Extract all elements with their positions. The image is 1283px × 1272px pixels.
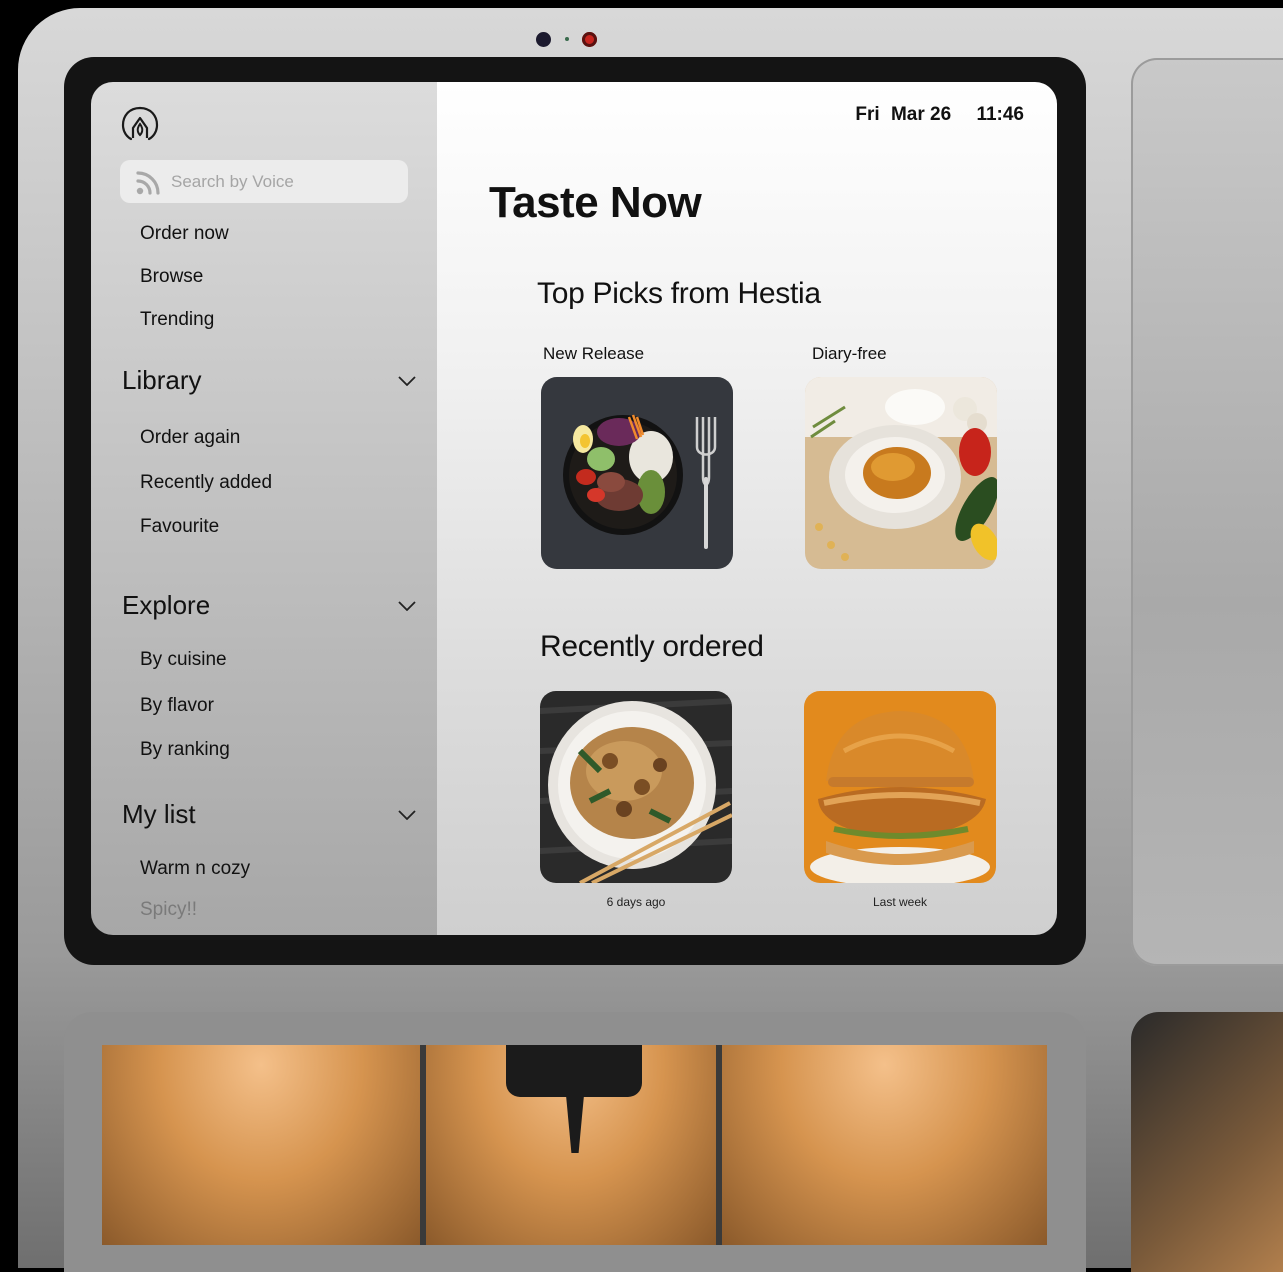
hestia-logo-icon[interactable] <box>120 104 160 142</box>
nav-item-order-now[interactable]: Order now <box>140 223 229 245</box>
food-card-recent-1[interactable] <box>540 691 732 883</box>
card-caption-recent-2: Last week <box>872 895 928 909</box>
compartment-divider <box>716 1045 722 1245</box>
camera-indicator <box>565 37 569 41</box>
dish-image-pasta <box>805 377 997 569</box>
day: Fri <box>855 104 880 125</box>
dispenser-head <box>506 1045 642 1097</box>
chevron-down-icon[interactable] <box>398 809 416 820</box>
clock: 11:46 <box>976 104 1024 125</box>
dish-image-noodles <box>540 691 732 883</box>
section-library-header[interactable]: Library <box>122 365 416 396</box>
camera-lens <box>536 32 551 47</box>
compartment-divider <box>420 1045 426 1245</box>
compartment-left <box>102 1045 420 1245</box>
food-card-diary-free[interactable] <box>805 377 997 569</box>
top-picks-heading: Top Picks from Hestia <box>537 277 821 310</box>
nav-item-by-ranking[interactable]: By ranking <box>140 739 230 761</box>
recently-ordered-heading: Recently ordered <box>540 630 764 663</box>
chevron-down-icon[interactable] <box>398 600 416 611</box>
main-content: Fri Mar 26 11:46 Taste Now Top Picks fro… <box>437 82 1057 935</box>
food-card-recent-2[interactable] <box>804 691 996 883</box>
nav-item-by-flavor[interactable]: By flavor <box>140 695 214 717</box>
voice-icon <box>136 170 160 195</box>
section-explore-header[interactable]: Explore <box>122 590 416 621</box>
dish-image-poke-bowl <box>541 377 733 569</box>
section-title: My list <box>122 799 196 829</box>
nav-item-recently-added[interactable]: Recently added <box>140 472 272 494</box>
section-title: Library <box>122 365 202 395</box>
touch-screen: Search by Voice Order now Browse Trendin… <box>91 82 1057 935</box>
chevron-down-icon[interactable] <box>398 375 416 386</box>
nav-item-warm-n-cozy[interactable]: Warm n cozy <box>140 858 250 880</box>
dish-image-chicken-burger <box>804 691 996 883</box>
date: Mar 26 <box>890 104 952 125</box>
nav-item-order-again[interactable]: Order again <box>140 427 240 449</box>
nav-item-by-cuisine[interactable]: By cuisine <box>140 649 227 671</box>
food-card-new-release[interactable] <box>541 377 733 569</box>
sensor-light <box>582 32 597 47</box>
section-title: Explore <box>122 590 211 620</box>
nav-item-browse[interactable]: Browse <box>140 266 203 288</box>
nav-item-trending[interactable]: Trending <box>140 309 214 331</box>
search-placeholder: Search by Voice <box>171 171 294 191</box>
section-my-list-header[interactable]: My list <box>122 799 416 830</box>
sidebar: Search by Voice Order now Browse Trendin… <box>91 82 437 935</box>
right-lower-compartment <box>1131 1012 1283 1272</box>
page-title: Taste Now <box>489 178 702 227</box>
nav-item-spicy[interactable]: Spicy!! <box>140 899 197 921</box>
nav-item-favourite[interactable]: Favourite <box>140 516 219 538</box>
card-caption-recent-1: 6 days ago <box>606 895 666 909</box>
voice-search-field[interactable]: Search by Voice <box>120 160 408 203</box>
status-datetime: Fri Mar 26 11:46 <box>855 104 1024 126</box>
side-door-panel <box>1131 58 1283 966</box>
compartment-right <box>722 1045 1047 1245</box>
card-label-diary-free: Diary-free <box>812 344 887 363</box>
card-label-new-release: New Release <box>543 344 645 363</box>
